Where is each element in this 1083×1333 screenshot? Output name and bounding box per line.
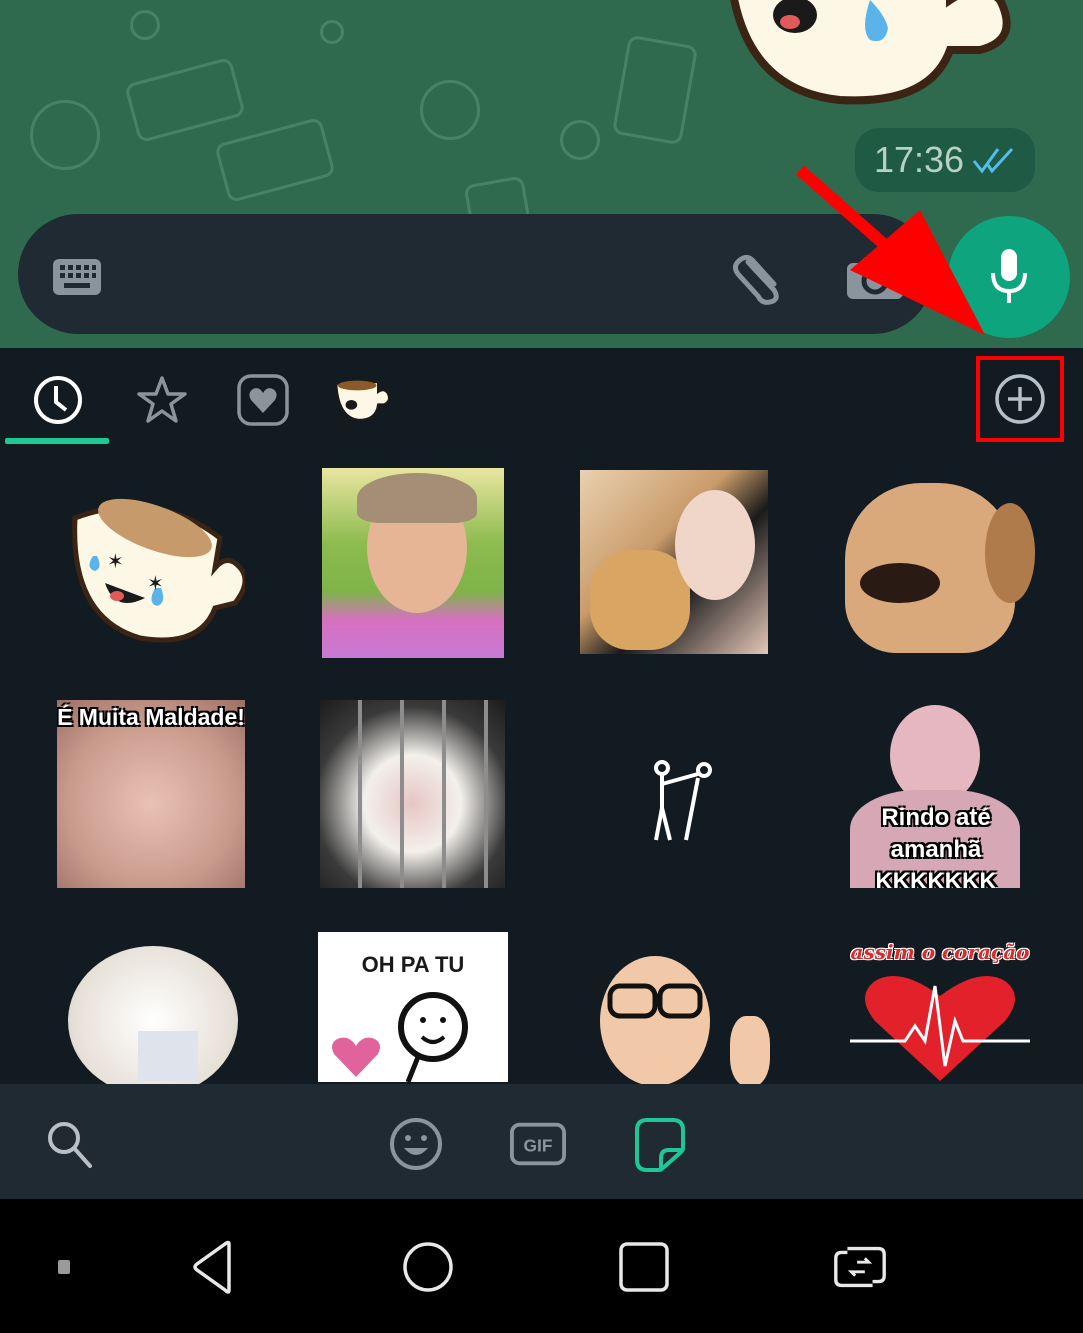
switch-apps-icon bbox=[834, 1246, 886, 1288]
sticker-grid: ✶ ✶ É Muita Maldade! Rindo até amanhã KK… bbox=[0, 458, 1083, 1084]
sticker-icon bbox=[635, 1118, 685, 1172]
home-icon bbox=[403, 1242, 453, 1292]
svg-text:✶: ✶ bbox=[107, 549, 124, 573]
sticker-baby-glasses[interactable] bbox=[580, 936, 770, 1084]
tab-coffee-pack[interactable] bbox=[332, 370, 392, 430]
sticker-muita-maldade-cat[interactable]: É Muita Maldade! bbox=[57, 700, 245, 888]
keyboard-icon[interactable] bbox=[52, 258, 102, 296]
heart-icon bbox=[237, 374, 289, 426]
camera-icon[interactable] bbox=[845, 255, 905, 301]
active-tab-indicator bbox=[5, 438, 109, 444]
doodle-chat-bubble bbox=[124, 56, 246, 144]
microphone-icon bbox=[991, 249, 1027, 303]
sticker-laughing-dog[interactable] bbox=[845, 473, 1035, 653]
emoji-panel-bottom-bar: GIF bbox=[0, 1084, 1083, 1199]
coffee-cup-sticker-icon bbox=[334, 380, 391, 422]
nav-home-button[interactable] bbox=[398, 1239, 458, 1295]
microphone-button[interactable] bbox=[948, 216, 1070, 338]
svg-text:✶: ✶ bbox=[860, 0, 882, 7]
gif-tab[interactable]: GIF bbox=[510, 1116, 566, 1172]
doodle-chat-bubble bbox=[214, 116, 336, 204]
sticker-heartbeat[interactable]: assim o coração bbox=[845, 936, 1035, 1084]
clock-icon bbox=[34, 376, 82, 424]
stick-figure-image bbox=[654, 760, 712, 841]
doodle-clock bbox=[420, 80, 480, 140]
tab-recent[interactable] bbox=[28, 370, 88, 430]
doodle-map bbox=[611, 34, 699, 146]
sticker-woman-cat-laughing[interactable] bbox=[580, 470, 768, 654]
nav-recents-button[interactable] bbox=[614, 1239, 674, 1295]
back-icon bbox=[193, 1240, 231, 1294]
recents-icon bbox=[619, 1242, 669, 1292]
svg-text:✶: ✶ bbox=[147, 571, 164, 595]
doodle-circle bbox=[560, 120, 600, 160]
message-time: 17:36 bbox=[873, 139, 965, 180]
cage-bars bbox=[320, 700, 505, 888]
tab-favorites[interactable] bbox=[132, 370, 192, 430]
sticker-panel: ✶ ✶ É Muita Maldade! Rindo até amanhã KK… bbox=[0, 348, 1083, 1084]
attach-icon[interactable] bbox=[728, 250, 788, 306]
plus-circle-icon[interactable] bbox=[993, 372, 1047, 426]
system-navigation-bar bbox=[0, 1199, 1083, 1333]
add-sticker-pack-highlight bbox=[976, 356, 1064, 442]
nav-switch-apps-button[interactable] bbox=[830, 1239, 890, 1295]
sticker-girl-funny-face[interactable] bbox=[322, 468, 504, 658]
sticker-cat-cage[interactable] bbox=[320, 700, 505, 888]
sent-coffee-sticker[interactable]: ✶ bbox=[720, 0, 1020, 105]
woman-face-shape bbox=[675, 490, 755, 600]
search-button[interactable] bbox=[42, 1116, 98, 1172]
sticker-tabs bbox=[0, 348, 1083, 448]
message-input[interactable] bbox=[18, 214, 933, 334]
coffee-cup-sticker-image: ✶ ✶ bbox=[72, 498, 245, 643]
heartbeat-heart-image bbox=[850, 976, 1030, 1081]
gif-icon: GIF bbox=[510, 1122, 566, 1166]
message-time-bubble: 17:36 bbox=[855, 128, 1035, 192]
sticker-caption: É Muita Maldade! bbox=[57, 704, 245, 730]
sticker-tab[interactable] bbox=[632, 1116, 688, 1172]
emoji-tab[interactable] bbox=[388, 1116, 444, 1172]
drink-box-shape bbox=[138, 1031, 198, 1081]
dot-icon bbox=[58, 1260, 70, 1274]
doodle-compass bbox=[30, 100, 100, 170]
sticker-laughing-baby[interactable]: Rindo até amanhã KKKKKKK bbox=[840, 700, 1032, 888]
nav-dot-button[interactable] bbox=[34, 1239, 94, 1295]
dog-ear-shape bbox=[985, 503, 1035, 603]
nav-back-button[interactable] bbox=[184, 1239, 244, 1295]
tab-loved[interactable] bbox=[233, 370, 293, 430]
double-check-icon bbox=[972, 147, 1014, 174]
sticker-coffee-cup[interactable]: ✶ ✶ bbox=[55, 468, 245, 658]
dog-nose-shape bbox=[860, 563, 940, 603]
search-icon bbox=[48, 1122, 92, 1168]
sticker-white-dog[interactable] bbox=[58, 936, 248, 1084]
stick-figure-heart-image bbox=[332, 992, 468, 1082]
star-icon bbox=[137, 376, 187, 423]
cat-shape bbox=[590, 550, 690, 650]
svg-text:GIF: GIF bbox=[524, 1136, 553, 1156]
doodle-circle bbox=[130, 10, 160, 40]
girl-hair-shape bbox=[357, 473, 477, 523]
sticker-caption: Rindo até amanhã KKKKKKK bbox=[875, 804, 997, 888]
sticker-stick-figure[interactable] bbox=[580, 700, 770, 890]
baby-hand-shape bbox=[730, 1016, 770, 1084]
emoji-icon bbox=[390, 1118, 442, 1170]
sticker-oh-pa-tu[interactable]: OH PA TU bbox=[318, 932, 508, 1082]
doodle-circle bbox=[320, 20, 344, 44]
